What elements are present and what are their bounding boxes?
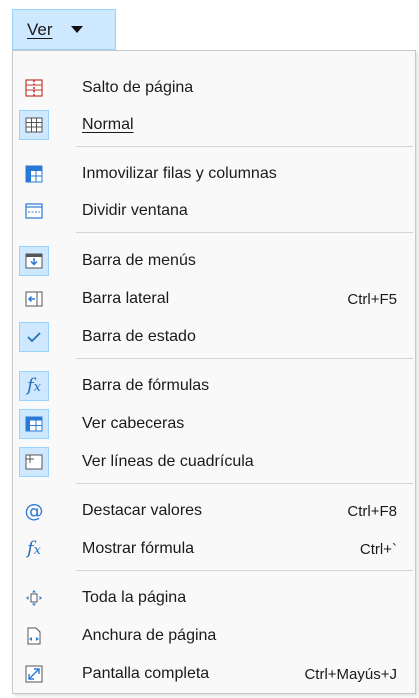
menu-item-label: Inmovilizar filas y columnas — [82, 165, 277, 182]
menu-item-freeze-rows-columns[interactable]: Inmovilizar filas y columnas — [13, 157, 415, 191]
ver-menu-button[interactable]: Ver — [12, 9, 116, 50]
value-highlighting-icon: @ — [24, 499, 44, 522]
grid-lines-icon — [19, 447, 49, 477]
sidebar-icon — [19, 284, 49, 314]
whole-page-icon — [19, 583, 49, 613]
menu-separator — [76, 358, 413, 359]
ver-menu-label: Ver — [27, 19, 53, 39]
menu-item-formula-bar[interactable]: fx Barra de fórmulas — [13, 369, 415, 403]
menu-item-label: Ver líneas de cuadrícula — [82, 453, 254, 470]
menu-item-label: Salto de página — [82, 79, 194, 96]
split-window-icon — [19, 196, 49, 226]
menu-separator — [76, 570, 413, 571]
menu-item-label: Ver cabeceras — [82, 415, 185, 432]
page-width-icon — [19, 621, 49, 651]
menu-item-whole-page[interactable]: Toda la página — [13, 581, 415, 615]
normal-view-icon — [19, 110, 49, 140]
show-formula-icon: fx — [26, 538, 41, 559]
menu-item-shortcut: Ctrl+F8 — [347, 502, 397, 520]
page-break-icon — [19, 73, 49, 103]
formula-bar-icon: fx — [19, 371, 49, 401]
menu-item-label: Dividir ventana — [82, 202, 188, 219]
menu-item-label: Mostrar fórmula — [82, 540, 195, 557]
menu-separator — [76, 232, 413, 233]
menu-item-statusbar[interactable]: Barra de estado — [13, 320, 415, 354]
view-dropdown-menu: Salto de página Normal Inmovilizar filas… — [12, 50, 416, 694]
headers-icon — [19, 409, 49, 439]
menu-item-full-screen[interactable]: Pantalla completa Ctrl+Mayús+J — [13, 657, 415, 691]
menu-item-label: Barra lateral — [82, 290, 170, 307]
menu-item-label: Destacar valores — [82, 502, 203, 519]
menu-item-label: Pantalla completa — [82, 665, 210, 682]
menu-item-label: Barra de estado — [82, 328, 196, 345]
menu-item-show-formula[interactable]: fx Mostrar fórmula Ctrl+` — [13, 532, 415, 566]
menu-item-label: Normal — [82, 116, 134, 133]
menu-item-label: Barra de menús — [82, 252, 196, 269]
menu-item-split-window[interactable]: Dividir ventana — [13, 194, 415, 228]
menu-separator — [76, 483, 413, 484]
chevron-down-icon — [70, 26, 83, 33]
menu-item-page-break[interactable]: Salto de página — [13, 71, 415, 105]
menubar-icon — [19, 246, 49, 276]
full-screen-icon — [19, 659, 49, 689]
freeze-rows-columns-icon — [19, 159, 49, 189]
menu-item-label: Toda la página — [82, 589, 187, 606]
menu-separator — [76, 146, 413, 147]
checkmark-icon — [19, 322, 49, 352]
menu-item-menubar[interactable]: Barra de menús — [13, 244, 415, 278]
menu-item-normal[interactable]: Normal — [13, 108, 415, 142]
menu-item-sidebar[interactable]: Barra lateral Ctrl+F5 — [13, 282, 415, 316]
menu-item-page-width[interactable]: Anchura de página — [13, 619, 415, 653]
menu-item-headers[interactable]: Ver cabeceras — [13, 407, 415, 441]
menu-item-label: Barra de fórmulas — [82, 377, 210, 394]
menu-item-label: Anchura de página — [82, 627, 217, 644]
menu-item-grid-lines[interactable]: Ver líneas de cuadrícula — [13, 445, 415, 479]
menu-item-shortcut: Ctrl+F5 — [347, 290, 397, 308]
menu-item-shortcut: Ctrl+Mayús+J — [304, 665, 397, 683]
menu-item-value-highlighting[interactable]: @ Destacar valores Ctrl+F8 — [13, 494, 415, 528]
menu-item-shortcut: Ctrl+` — [359, 540, 397, 558]
